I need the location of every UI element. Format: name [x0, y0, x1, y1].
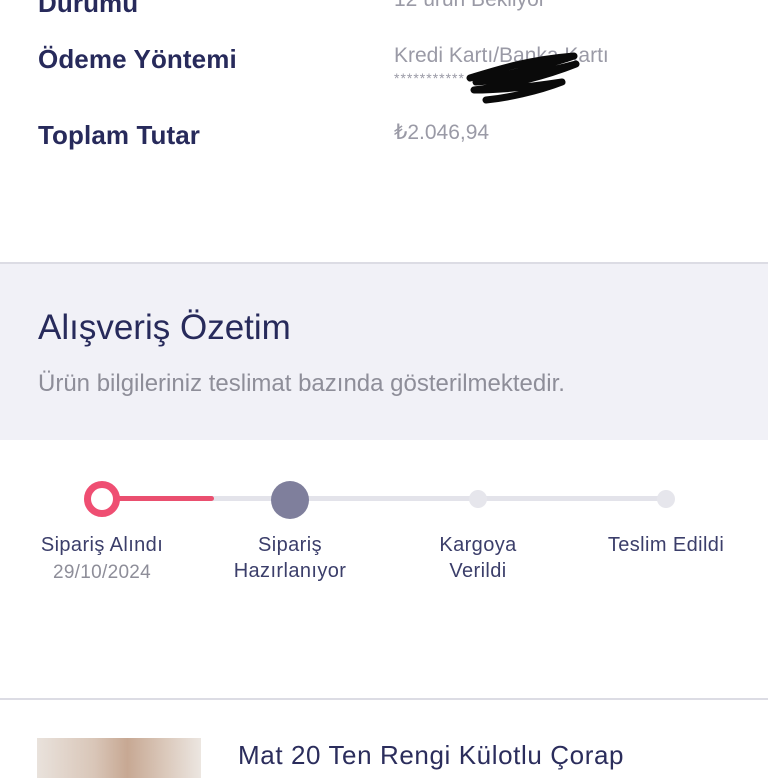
step-shipped-dot [469, 490, 487, 508]
payment-label: Ödeme Yöntemi [38, 44, 237, 74]
status-label: Durumu [38, 0, 139, 18]
total-value: ₺2.046,94 [394, 121, 490, 144]
step-delivered-dot [657, 490, 675, 508]
shopping-summary-section: Alışveriş Özetim Ürün bilgileriniz tesli… [0, 264, 768, 440]
section-divider [0, 698, 768, 700]
total-label: Toplam Tutar [38, 120, 201, 150]
summary-title: Alışveriş Özetim [38, 308, 291, 347]
step-preparing-label: Sipariş Hazırlanıyor [195, 532, 385, 584]
step-shipped-text: Kargoya Verildi [439, 534, 517, 582]
delivery-tracker: Sipariş Alındı 29/10/2024 Sipariş Hazırl… [0, 470, 768, 610]
summary-subtitle: Ürün bilgileriniz teslimat bazında göste… [38, 370, 565, 397]
step-preparing-text: Sipariş Hazırlanıyor [233, 534, 347, 582]
step-received-dot [84, 481, 120, 517]
product-title[interactable]: Mat 20 Ten Rengi Külotlu Çorap [238, 740, 624, 771]
card-number-masked: *********** [394, 70, 465, 86]
step-received-label: Sipariş Alındı [40, 534, 164, 556]
step-delivered-label: Teslim Edildi [607, 534, 725, 556]
step-shipped-label: Kargoya Verildi [383, 532, 573, 584]
step-received-date: 29/10/2024 [52, 562, 152, 583]
status-value: 12 ürün Bekliyor [394, 0, 546, 12]
step-preparing-dot [271, 481, 309, 519]
redaction-scribble [466, 52, 580, 104]
product-thumbnail[interactable] [37, 738, 201, 778]
